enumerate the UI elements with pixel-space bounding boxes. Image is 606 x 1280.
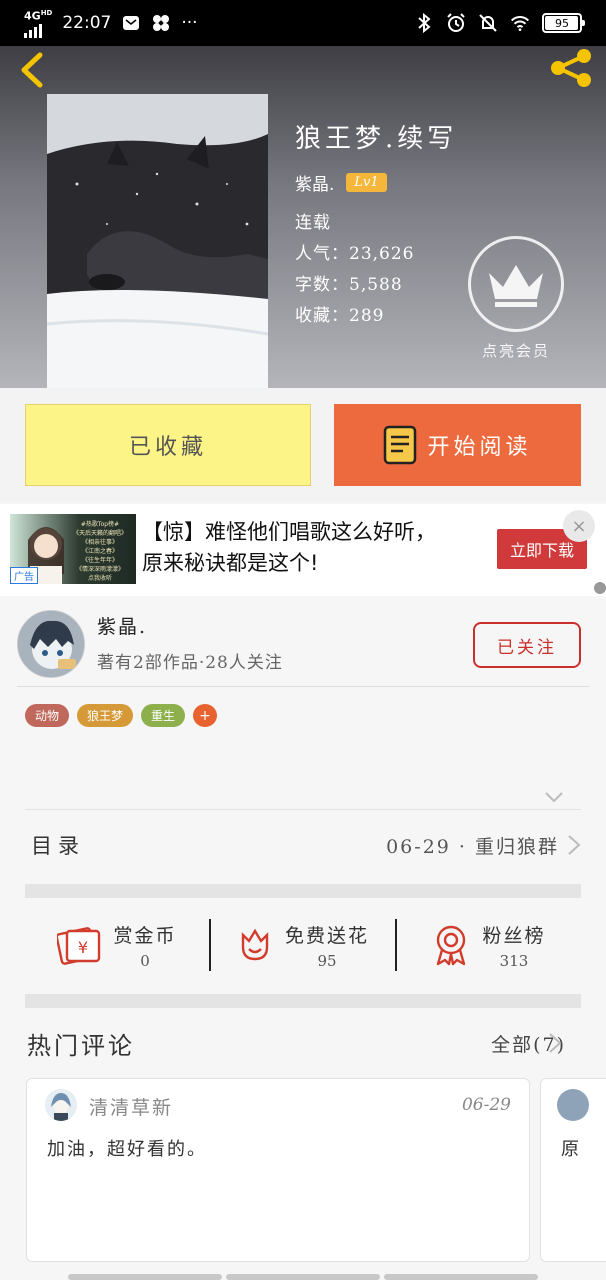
medal-icon — [437, 925, 466, 966]
red-packet-icon: ¥ — [57, 927, 101, 965]
favorites-value: 289 — [349, 306, 385, 326]
more-notifications: ··· — [181, 13, 198, 33]
battery-icon: 95 — [542, 13, 585, 33]
popularity-value: 23,626 — [349, 244, 415, 264]
book-title: 狼王梦.续写 — [295, 124, 458, 154]
author-name[interactable]: 紫晶. — [97, 612, 147, 639]
signal-icon: 4GHD — [24, 8, 52, 38]
book-header: 狼王梦.续写 紫晶. Lv1 连载 人气：23,626 字数：5,588 收藏：… — [0, 46, 606, 388]
start-reading-label: 开始阅读 — [427, 435, 532, 460]
favorites-label: 收藏： — [295, 306, 349, 326]
words-value: 5,588 — [349, 275, 403, 295]
level-badge: Lv1 — [346, 173, 387, 192]
tag-list: 动物 狼王梦 重生 + — [25, 704, 218, 727]
comment-content: 原 — [561, 1139, 579, 1160]
comment-content: 加油，超好看的。 — [47, 1139, 207, 1160]
author-avatar[interactable] — [17, 610, 85, 678]
expand-button[interactable] — [544, 788, 564, 803]
bluetooth-icon — [414, 13, 434, 33]
action-bar: 已收藏 开始阅读 — [0, 388, 606, 502]
chevron-left-icon — [21, 52, 43, 88]
reward-value: 0 — [140, 951, 150, 970]
ad-line-1: 【惊】难怪他们唱歌这么好听， — [142, 520, 436, 544]
divider — [17, 686, 589, 687]
latest-chapter: 06-29 · 重归狼群 — [386, 835, 559, 858]
section-band — [25, 994, 581, 1008]
clock: 22:07 — [62, 13, 112, 33]
reward-coins[interactable]: ¥ 赏金币 0 — [25, 921, 209, 970]
book-status: 连载 — [295, 213, 331, 233]
section-band — [25, 884, 581, 898]
message-icon — [121, 13, 141, 33]
fan-icon — [151, 13, 171, 33]
comments-header: 热门评论 全部(7) — [0, 1010, 606, 1072]
comments-title: 热门评论 — [27, 1032, 135, 1060]
battery-level: 95 — [555, 16, 569, 30]
add-tag-button[interactable]: + — [193, 704, 218, 727]
crown-icon — [489, 265, 543, 307]
tag-animal[interactable]: 动物 — [25, 704, 70, 727]
book-meta: 连载 人气：23,626 字数：5,588 收藏：289 — [295, 208, 414, 332]
mute-bell-icon — [478, 13, 498, 33]
wifi-icon — [510, 13, 530, 33]
flowers-label: 免费送花 — [284, 924, 369, 947]
start-reading-button[interactable]: 开始阅读 — [334, 404, 581, 486]
commenter-avatar[interactable] — [45, 1089, 77, 1121]
network-sub: HD — [40, 9, 53, 18]
commenter-name[interactable]: 清清草新 — [89, 1093, 173, 1120]
author-section: 紫晶. 著有2部作品·28人关注 已关注 动物 狼王梦 重生 + 目录 06-2… — [0, 596, 606, 986]
reward-label: 赏金币 — [113, 924, 177, 947]
toc-label: 目录 — [31, 834, 85, 858]
words-label: 字数： — [295, 275, 349, 295]
tag-wolf-king-dream[interactable]: 狼王梦 — [77, 704, 134, 727]
share-button[interactable] — [548, 48, 594, 88]
flowers-value: 95 — [317, 951, 337, 970]
comment-card[interactable]: 原 — [540, 1078, 606, 1262]
book-author[interactable]: 紫晶. — [295, 170, 334, 195]
chevron-right-icon[interactable] — [548, 1032, 562, 1054]
flower-icon — [241, 928, 269, 961]
fans-value: 313 — [499, 951, 529, 970]
ad-image: #热歌Top榜# 《天后天籁的翻唱》 《相亲往事》 《江南之春》 《往生年年》 … — [10, 514, 136, 584]
collected-button[interactable]: 已收藏 — [25, 404, 311, 486]
ad-line-2: 原来秘诀都是这个! — [142, 551, 319, 575]
back-button[interactable] — [18, 52, 48, 88]
table-of-contents-row[interactable]: 目录 06-29 · 重归狼群 — [25, 810, 581, 880]
vip-label: 点亮会员 — [481, 342, 550, 360]
author-info: 著有2部作品·28人关注 — [97, 653, 283, 673]
chevron-right-icon — [568, 835, 581, 855]
chevron-down-icon — [545, 792, 563, 803]
status-bar: 4GHD 22:07 ··· 95 — [0, 0, 606, 46]
commenter-avatar[interactable] — [557, 1089, 589, 1121]
alarm-icon — [446, 13, 466, 33]
free-flowers[interactable]: 免费送花 95 — [211, 921, 395, 970]
book-icon — [384, 425, 417, 465]
ad-image-line: 《天后天籁的翻唱》 — [72, 530, 127, 537]
carousel-indicator — [68, 1274, 538, 1280]
vip-button[interactable]: 点亮会员 — [468, 236, 564, 361]
ad-image-line: #热歌Top榜# — [80, 521, 120, 528]
ad-image-line: 《情深深雨濛濛》 — [75, 566, 124, 573]
fan-ranking[interactable]: 粉丝榜 313 — [397, 921, 581, 970]
ad-image-line: 《相亲往事》 — [81, 539, 118, 546]
ad-text: 【惊】难怪他们唱歌这么好听， 原来秘诀都是这个! — [142, 517, 436, 579]
comment-date: 06-29 — [461, 1095, 511, 1115]
ad-banner[interactable]: #热歌Top榜# 《天后天籁的翻唱》 《相亲往事》 《江南之春》 《往生年年》 … — [0, 504, 606, 596]
ad-close-button[interactable]: × — [563, 510, 595, 542]
svg-text:¥: ¥ — [78, 938, 88, 957]
wolf-cover-image — [47, 94, 268, 388]
fans-label: 粉丝榜 — [482, 924, 546, 947]
share-icon — [551, 49, 591, 87]
ad-image-line: 《往生年年》 — [81, 557, 118, 564]
follow-button[interactable]: 已关注 — [473, 622, 581, 668]
tag-rebirth[interactable]: 重生 — [141, 704, 186, 727]
ad-image-line: 《江南之春》 — [81, 548, 118, 555]
ad-tag: 广告 — [10, 567, 38, 584]
comment-card[interactable]: 清清草新 06-29 加油，超好看的。 — [26, 1078, 530, 1262]
book-cover[interactable] — [47, 94, 268, 388]
stats-row: ¥ 赏金币 0 免费送花 95 粉丝榜 313 — [25, 910, 581, 980]
ad-image-line: 点我收听 — [87, 575, 112, 582]
ad-info-icon[interactable] — [594, 582, 606, 594]
popularity-label: 人气： — [295, 244, 349, 264]
